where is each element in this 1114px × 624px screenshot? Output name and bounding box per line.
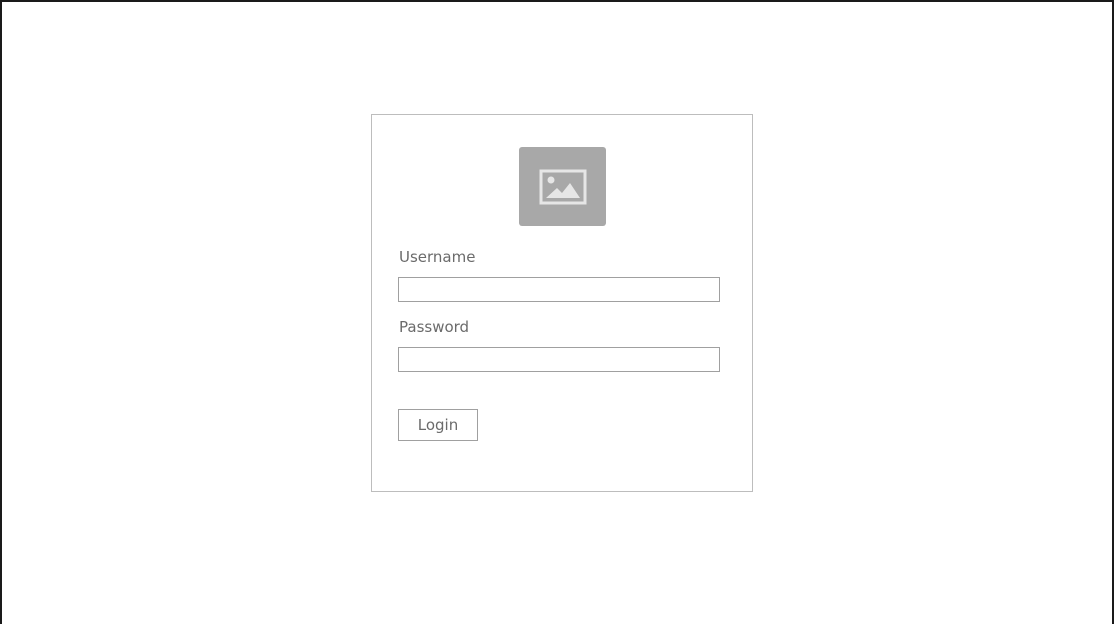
password-label: Password [399, 318, 470, 336]
username-label: Username [399, 248, 476, 266]
image-icon [539, 169, 586, 204]
login-button[interactable]: Login [398, 409, 478, 441]
browser-viewport: Username Password Login [0, 0, 1114, 624]
login-card: Username Password Login [371, 114, 753, 492]
password-input[interactable] [398, 347, 720, 372]
logo-placeholder [519, 147, 606, 226]
username-input[interactable] [398, 277, 720, 302]
